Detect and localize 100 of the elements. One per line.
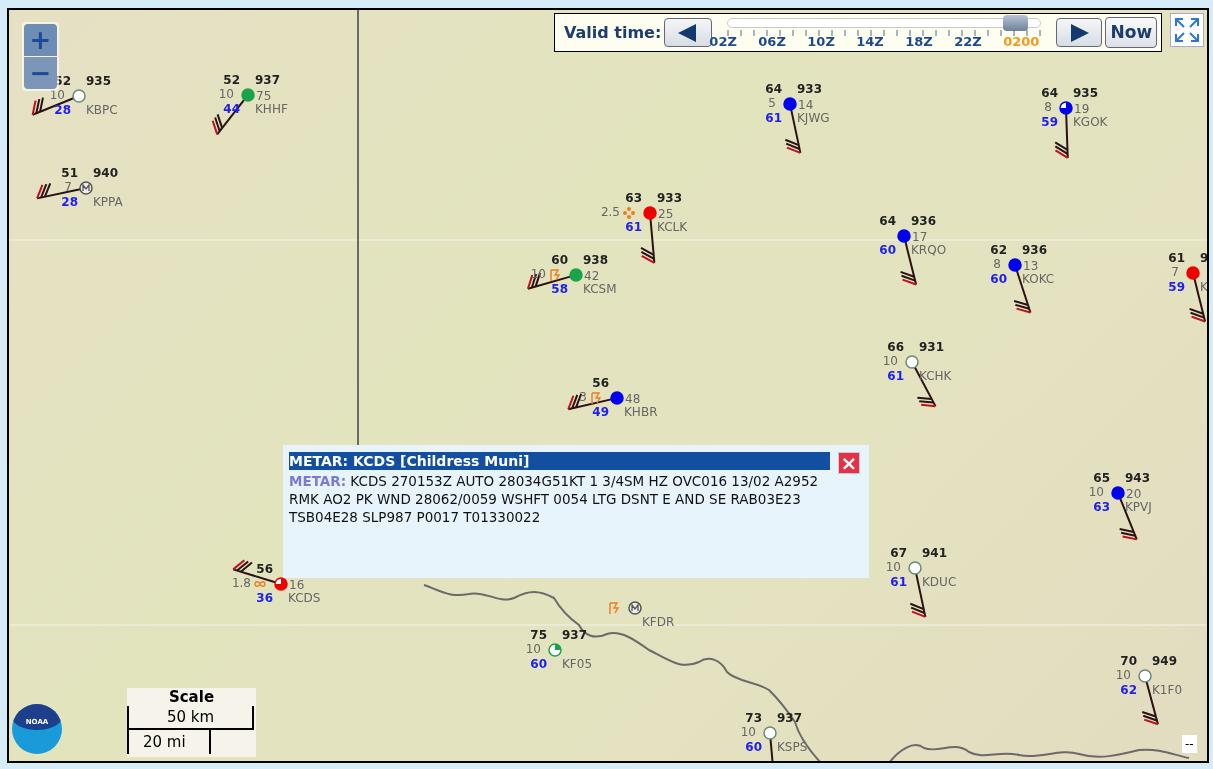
station-id-label[interactable]: KPPA (93, 196, 123, 209)
zoom-in-button[interactable]: + (24, 24, 57, 56)
visibility-label: 7 (64, 181, 72, 194)
temperature-label: 62 (990, 244, 1007, 257)
station-id-label[interactable]: KSPS (777, 741, 808, 754)
dewpoint-label: 61 (887, 370, 904, 383)
dewpoint-label: 59 (1041, 116, 1058, 129)
dewpoint-label: 60 (745, 741, 762, 754)
visibility-label: 8 (993, 258, 1001, 271)
temperature-label: 64 (765, 83, 782, 96)
dewpoint-label: 61 (890, 576, 907, 589)
time-slider-thumb[interactable] (1003, 15, 1029, 31)
gust-label: 42 (584, 270, 600, 283)
left-triangle-icon (678, 23, 699, 42)
wind-barb-icon (769, 738, 776, 761)
dewpoint-label: 59 (1168, 281, 1185, 294)
pressure-label: 933 (797, 83, 823, 96)
expand-icon (1174, 17, 1200, 43)
pressure-label: 935 (86, 75, 112, 88)
dewpoint-label: 36 (256, 592, 273, 605)
time-tick-label[interactable]: 14Z (856, 35, 884, 49)
pressure-label: 935 (1073, 87, 1099, 100)
station-id-label[interactable]: KOKC (1022, 273, 1055, 286)
pressure-label: 949 (1152, 655, 1178, 668)
next-button[interactable] (1056, 18, 1103, 47)
station-id-label[interactable]: KFDR (642, 616, 675, 629)
pressure-label: 943 (1125, 472, 1151, 485)
station-id-label[interactable]: KCSM (583, 283, 617, 296)
fullscreen-button[interactable] (1170, 13, 1204, 47)
popup-title: METAR: KCDS [Childress Muni] (289, 452, 830, 470)
zoom-out-button[interactable]: − (24, 57, 57, 89)
corner-label: -- (1182, 735, 1197, 753)
dewpoint-label: 63 (1093, 501, 1110, 514)
dewpoint-label: 62 (1120, 684, 1137, 697)
time-tick-label[interactable]: 22Z (954, 35, 982, 49)
visibility-label: 10 (1115, 669, 1131, 682)
visibility-label: 10 (740, 726, 756, 739)
time-tick-label[interactable]: 18Z (905, 35, 933, 49)
gust-label: 75 (256, 90, 272, 103)
station-id-label[interactable]: KDUC (922, 576, 957, 589)
station-id-label[interactable]: KJWG (797, 112, 830, 125)
temperature-label: 70 (1120, 655, 1137, 668)
visibility-label: 2.5 (600, 206, 620, 219)
metar-text: METAR: KCDS 270153Z AUTO 28034G51KT 1 3/4SM HZ OVC016 13/02 A2952 RMK AO2 PK WND 28062/0059 WSHFT 0054 LTG DSNT E AND SE RAB03E23 TSB04E28 SLP987 P0017 T01330022 (289, 472, 820, 526)
temperature-label: 75 (530, 629, 547, 642)
dewpoint-label: 60 (990, 273, 1007, 286)
map[interactable] (7, 8, 1209, 763)
close-button[interactable]: × (838, 452, 860, 474)
dewpoint-label: 60 (530, 658, 547, 671)
visibility-label: 3 (579, 391, 587, 404)
pressure-label: 936 (1022, 244, 1048, 257)
station-id-label[interactable]: KHBR (624, 406, 658, 419)
dewpoint-label: 28 (61, 196, 78, 209)
temperature-label: 63 (625, 192, 642, 205)
time-tick-label[interactable]: 02Z (709, 35, 737, 49)
pressure-label: 937 (255, 74, 281, 87)
station-id-label[interactable]: KGOK (1073, 116, 1108, 129)
station-id-label[interactable]: KCDS (288, 592, 321, 605)
visibility-label: 5 (768, 97, 776, 110)
dewpoint-label: 61 (765, 112, 782, 125)
station-id-label[interactable]: KCLK (657, 221, 688, 234)
time-tick-label[interactable]: 10Z (807, 35, 835, 49)
temperature-label: 64 (879, 215, 896, 228)
dewpoint-label: 61 (625, 221, 642, 234)
station-id-label[interactable]: KRQO (911, 244, 947, 257)
gust-label: 14 (798, 99, 814, 112)
wind-barb-icon (640, 218, 656, 264)
visibility-label: 1.8 (231, 577, 251, 590)
visibility-label: 8 (1044, 101, 1052, 114)
station-id-label[interactable]: KHHF (255, 103, 288, 116)
pressure-label: 941 (922, 547, 948, 560)
pressure-label: 940 (93, 167, 119, 180)
dewpoint-label: 60 (879, 244, 896, 257)
temperature-label: 56 (592, 377, 609, 390)
gust-label: 13 (1023, 260, 1039, 273)
temperature-label: 65 (1093, 472, 1110, 485)
visibility-label: 10 (49, 89, 65, 102)
visibility-label: 10 (218, 88, 234, 101)
temperature-label: 73 (745, 712, 762, 725)
gust-label: 17 (912, 231, 928, 244)
station-id-label[interactable]: KF05 (562, 658, 593, 671)
pressure-label: 938 (583, 254, 609, 267)
station-id-label[interactable]: KCHK (919, 370, 952, 383)
dewpoint-label: 49 (592, 406, 609, 419)
gust-label: 20 (1126, 488, 1142, 501)
temperature-label: 66 (887, 341, 904, 354)
right-triangle-icon (1069, 23, 1090, 42)
temperature-label: 67 (890, 547, 907, 560)
time-slider-track[interactable] (727, 18, 1042, 28)
station-id-label[interactable]: KPVJ (1125, 501, 1152, 514)
weather-symbol-icon (607, 601, 621, 615)
gust-label: 25 (658, 208, 674, 221)
pressure-label: 937 (562, 629, 588, 642)
station-id-label[interactable]: K1F0 (1152, 684, 1183, 697)
weather-symbol-icon (548, 268, 562, 282)
station-id-label[interactable]: KBPC (86, 104, 118, 117)
valid-time-label: Valid time: (564, 21, 662, 44)
time-tick-label[interactable]: 06Z (758, 35, 786, 49)
pressure-label: 9 (1200, 252, 1207, 265)
now-button[interactable]: Now (1105, 17, 1158, 48)
